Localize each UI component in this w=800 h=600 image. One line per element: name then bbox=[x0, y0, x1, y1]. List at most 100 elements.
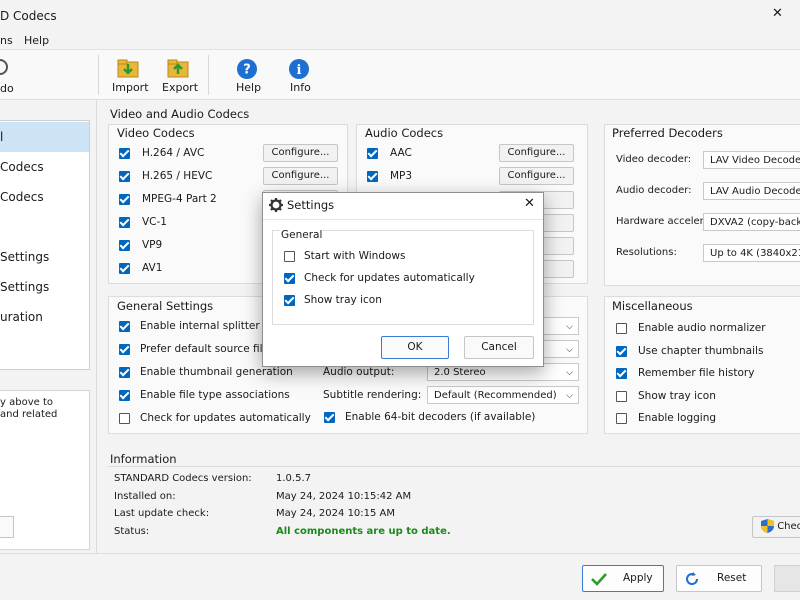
misc-checkbox[interactable] bbox=[616, 323, 627, 334]
chevron-down-icon: ⌵ bbox=[566, 391, 573, 401]
general-setting-label: Enable thumbnail generation bbox=[140, 366, 293, 378]
general-setting-checkbox[interactable] bbox=[119, 321, 130, 332]
misc-checkbox[interactable] bbox=[616, 345, 627, 357]
preferred-decoder-select[interactable]: LAV Audio Decoder bbox=[703, 182, 800, 200]
video-codec-checkbox[interactable] bbox=[119, 217, 130, 228]
video-codec-checkbox[interactable] bbox=[119, 148, 130, 159]
configure-button[interactable]: Configure... bbox=[263, 144, 338, 162]
dialog-option-checkbox[interactable] bbox=[284, 273, 295, 284]
export-button[interactable]: Export bbox=[160, 55, 199, 97]
video-codec-label: VP9 bbox=[142, 239, 163, 251]
subtitle-rendering-label: Subtitle rendering: bbox=[323, 389, 422, 401]
subtitle-rendering-select[interactable]: Default (Recommended) ⌵ bbox=[427, 386, 579, 404]
general-setting-checkbox[interactable] bbox=[119, 367, 130, 378]
enable-64bit-checkbox[interactable] bbox=[324, 412, 335, 423]
section-title: Video and Audio Codecs bbox=[110, 107, 250, 121]
preferred-decoder-select[interactable]: DXVA2 (copy-back) bbox=[703, 213, 800, 231]
general-setting-checkbox[interactable] bbox=[119, 344, 130, 355]
misc-label: Use chapter thumbnails bbox=[638, 344, 764, 357]
enable-64bit-label: Enable 64-bit decoders (if available) bbox=[345, 411, 536, 423]
video-codecs-title: Video Codecs bbox=[117, 126, 195, 140]
close-window-button[interactable]: ✕ bbox=[772, 6, 783, 21]
cancel-button-partial[interactable] bbox=[774, 565, 800, 592]
sidebar-item-video-settings[interactable]: Settings bbox=[0, 242, 89, 272]
configure-button[interactable]: Configure... bbox=[499, 167, 574, 185]
cancel-button[interactable]: Cancel bbox=[464, 336, 534, 359]
toolbar: do Import Export ? Help i Info bbox=[0, 50, 800, 100]
sidebar-item-general[interactable]: l bbox=[0, 122, 89, 152]
general-setting-checkbox[interactable] bbox=[119, 390, 130, 401]
sidebar-item-audio-settings[interactable]: Settings bbox=[0, 272, 89, 302]
dialog-divider bbox=[263, 219, 543, 220]
sidebar-item-configuration[interactable]: uration bbox=[0, 302, 89, 332]
info-button[interactable]: i Info bbox=[282, 55, 316, 97]
svg-text:i: i bbox=[297, 63, 302, 78]
dialog-title: Settings bbox=[287, 198, 335, 212]
menu-item-help[interactable]: Help bbox=[24, 34, 49, 47]
info-row-value: May 24, 2024 10:15 AM bbox=[276, 508, 396, 519]
refresh-icon bbox=[686, 572, 699, 586]
toolbar-separator bbox=[98, 55, 99, 95]
preferred-decoder-label: Audio decoder: bbox=[616, 185, 692, 196]
sidebar-note-line: and related bbox=[0, 409, 58, 420]
sidebar-item-video-codecs[interactable]: Codecs bbox=[0, 152, 89, 182]
audio-codec-checkbox[interactable] bbox=[367, 171, 378, 182]
dialog-option-label: Start with Windows bbox=[304, 250, 406, 262]
dialog-option-label: Show tray icon bbox=[304, 294, 382, 306]
dialog-close-button[interactable]: ✕ bbox=[524, 196, 535, 211]
video-codec-checkbox[interactable] bbox=[119, 240, 130, 251]
subtitle-rendering-value: Default (Recommended) bbox=[434, 390, 557, 401]
configure-button[interactable]: Configure... bbox=[499, 144, 574, 162]
toolbar-separator bbox=[208, 55, 209, 95]
apply-button[interactable]: Apply bbox=[582, 565, 664, 592]
info-row-value: 1.0.5.7 bbox=[276, 473, 311, 484]
audio-codec-label: AAC bbox=[390, 147, 412, 159]
dialog-option-checkbox[interactable] bbox=[284, 295, 295, 306]
video-codec-checkbox[interactable] bbox=[119, 263, 130, 274]
misc-checkbox[interactable] bbox=[616, 390, 627, 402]
misc-label: Enable logging bbox=[638, 412, 717, 424]
gear-icon bbox=[269, 198, 283, 212]
sidebar-item-label: l bbox=[0, 130, 4, 144]
menu-item-tools[interactable]: ns bbox=[0, 34, 13, 47]
check-updates-button[interactable]: Check bbox=[752, 516, 800, 538]
preferred-decoder-select[interactable]: LAV Video Decoder bbox=[703, 151, 800, 169]
misc-checkbox[interactable] bbox=[616, 413, 627, 424]
sidebar-item-label: uration bbox=[0, 310, 43, 324]
info-icon: i bbox=[289, 59, 309, 79]
reset-button[interactable]: Reset bbox=[676, 565, 762, 592]
settings-dialog: Settings ✕ General Start with Windows Che… bbox=[262, 192, 544, 367]
video-codec-checkbox[interactable] bbox=[119, 171, 130, 182]
preferred-decoder-label: Resolutions: bbox=[616, 247, 677, 258]
import-icon bbox=[117, 59, 139, 78]
audio-output-label: Audio output: bbox=[323, 366, 395, 378]
help-button[interactable]: ? Help bbox=[230, 55, 264, 97]
configure-button[interactable]: Configure... bbox=[263, 167, 338, 185]
dialog-option-checkbox[interactable] bbox=[284, 251, 295, 262]
misc-checkbox[interactable] bbox=[616, 368, 627, 379]
sidebar-item-audio-codecs[interactable]: Codecs bbox=[0, 182, 89, 212]
import-button[interactable]: Import bbox=[110, 55, 149, 97]
svg-text:?: ? bbox=[243, 63, 251, 78]
export-label: Export bbox=[162, 81, 199, 94]
info-row-value: May 24, 2024 10:15:42 AM bbox=[276, 490, 412, 502]
export-icon bbox=[167, 59, 189, 78]
sidebar-item-label: Settings bbox=[0, 280, 50, 294]
help-label: Help bbox=[236, 81, 262, 94]
checkmark-icon bbox=[591, 573, 607, 586]
video-codec-label: AV1 bbox=[142, 262, 163, 274]
general-setting-label: Enable internal splitter bbox=[140, 320, 260, 332]
preferred-decoder-select[interactable]: Up to 4K (3840x2160) bbox=[703, 244, 800, 262]
general-setting-checkbox[interactable] bbox=[119, 413, 130, 424]
audio-codec-checkbox[interactable] bbox=[367, 148, 378, 159]
undo-label: do bbox=[0, 82, 14, 95]
sidebar-bottom-button[interactable] bbox=[0, 516, 14, 538]
video-codec-checkbox[interactable] bbox=[119, 194, 130, 205]
reset-label: Reset bbox=[717, 572, 747, 584]
preferred-decoder-label: Video decoder: bbox=[616, 154, 692, 165]
misc-title: Miscellaneous bbox=[612, 299, 693, 313]
ok-button[interactable]: OK bbox=[381, 336, 449, 359]
undo-icon[interactable] bbox=[0, 58, 14, 76]
check-updates-label: Check bbox=[777, 521, 800, 532]
sidebar-note-line: y above to bbox=[0, 397, 53, 408]
